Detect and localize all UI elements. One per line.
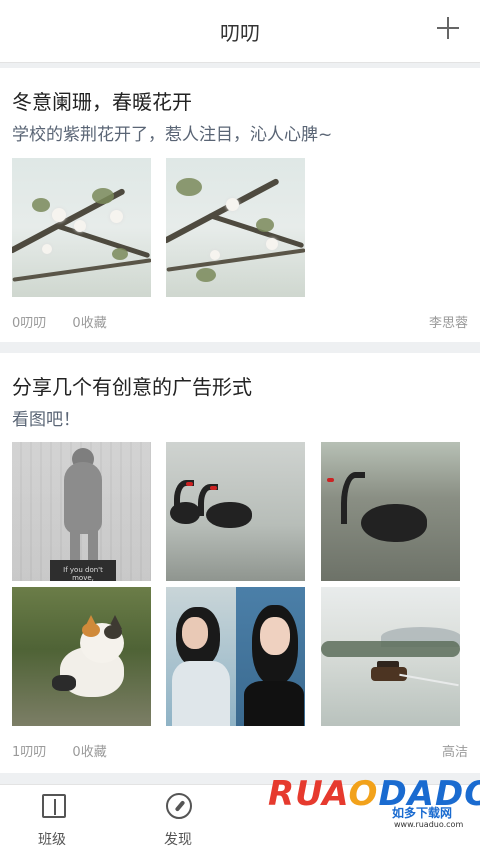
favorite-count[interactable]: 0收藏 <box>72 745 106 760</box>
post-image[interactable] <box>166 587 305 726</box>
post-image[interactable] <box>321 587 460 726</box>
post-image[interactable] <box>321 442 460 581</box>
post-image[interactable]: If you don't move, <box>12 442 151 581</box>
page-title: 叨叨 <box>220 21 260 45</box>
post-author[interactable]: 高洁 <box>442 741 468 760</box>
like-count[interactable]: 1叨叨 <box>12 745 46 760</box>
watermark-sub: 如多下载网 <box>392 806 453 820</box>
image-caption: If you don't move, <box>63 566 103 581</box>
post-card[interactable]: 分享几个有创意的广告形式 看图吧！ If you don't move, 1叨叨… <box>0 353 480 773</box>
watermark-logo: RUAODADO 如多下载网 www.ruaduo.com <box>262 770 480 853</box>
favorite-count[interactable]: 0收藏 <box>72 316 106 331</box>
tab-label: 发现 <box>164 832 192 848</box>
add-icon[interactable] <box>434 14 462 42</box>
like-count[interactable]: 0叨叨 <box>12 316 46 331</box>
compass-icon <box>166 793 192 819</box>
post-image[interactable] <box>166 442 305 581</box>
post-footer: 0叨叨 0收藏 李思蓉 <box>12 312 468 331</box>
post-subtitle: 看图吧！ <box>12 410 80 430</box>
tab-discover[interactable]: 发现 <box>128 785 228 854</box>
tab-class[interactable]: 班级 <box>2 785 102 854</box>
class-icon <box>42 794 66 818</box>
tab-label: 班级 <box>38 832 66 848</box>
post-author[interactable]: 李思蓉 <box>429 312 468 331</box>
watermark-url: www.ruaduo.com <box>394 820 464 829</box>
post-image[interactable] <box>166 158 305 297</box>
post-footer: 1叨叨 0收藏 高洁 <box>12 741 468 760</box>
post-title: 冬意阑珊，春暖花开 <box>12 90 192 114</box>
post-card[interactable]: 冬意阑珊，春暖花开 学校的紫荆花开了，惹人注目，沁人心脾~ 0叨叨 0收藏 李思… <box>0 68 480 342</box>
post-image[interactable] <box>12 158 151 297</box>
post-title: 分享几个有创意的广告形式 <box>12 375 252 399</box>
post-image[interactable] <box>12 587 151 726</box>
post-subtitle: 学校的紫荆花开了，惹人注目，沁人心脾~ <box>12 125 333 145</box>
top-bar: 叨叨 <box>0 0 480 63</box>
